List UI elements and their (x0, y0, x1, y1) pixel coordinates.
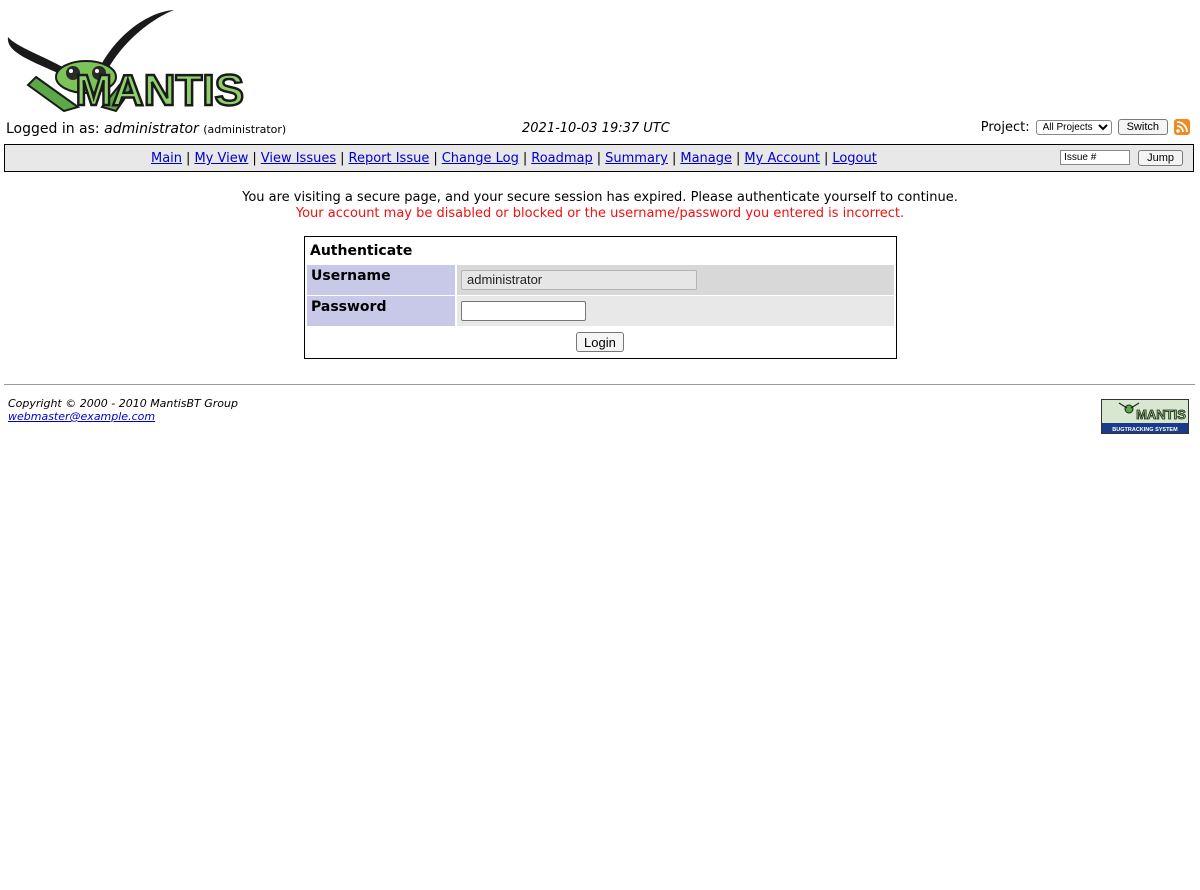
password-field[interactable] (461, 301, 586, 321)
menu-separator: | (596, 151, 602, 166)
menu-separator: | (823, 151, 829, 166)
username-field[interactable]: administrator (461, 270, 697, 290)
mantis-badge-icon: MANTIS BUGTRACKING SYSTEM (1101, 399, 1189, 434)
menu-separator: | (252, 151, 257, 166)
password-label: Password (307, 296, 455, 326)
menu-change-log[interactable]: Change Log (442, 151, 519, 166)
footer-divider (4, 384, 1195, 385)
footer-copyright: Copyright © 2000 - 2010 MantisBT Group w… (8, 397, 238, 423)
username-label: Username (307, 265, 455, 295)
login-button[interactable]: Login (576, 332, 624, 352)
project-select[interactable]: All Projects (1035, 119, 1112, 135)
menu-separator: | (736, 151, 741, 166)
svg-text:MANTIS: MANTIS (1136, 407, 1186, 422)
menu-report-issue[interactable]: Report Issue (349, 151, 430, 166)
menu-separator: | (522, 151, 528, 166)
mantis-logo[interactable]: MANTIS (6, 7, 252, 116)
jump-button[interactable]: Jump (1138, 150, 1183, 166)
project-selector: Project: All Projects Switch (981, 119, 1190, 135)
menu-logout[interactable]: Logout (832, 151, 877, 166)
copyright-text: Copyright © 2000 - 2010 MantisBT Group (8, 397, 238, 410)
login-info: Logged in as: administrator (administrat… (6, 121, 286, 137)
svg-text:BUGTRACKING SYSTEM: BUGTRACKING SYSTEM (1112, 427, 1178, 433)
menu-view-issues[interactable]: View Issues (261, 151, 336, 166)
mantis-logo-icon: MANTIS (7, 10, 245, 116)
form-title: Authenticate (310, 243, 413, 259)
issue-jump: Jump (1060, 150, 1183, 166)
menu-separator: | (340, 151, 345, 166)
issue-number-input[interactable] (1060, 150, 1131, 165)
menu-roadmap[interactable]: Roadmap (531, 151, 593, 166)
menu-separator: | (433, 151, 438, 166)
menu-my-view[interactable]: My View (194, 151, 248, 166)
logged-in-label: Logged in as: (6, 121, 105, 137)
project-label: Project: (980, 119, 1030, 135)
menu-separator: | (671, 151, 677, 166)
menu-summary[interactable]: Summary (605, 151, 668, 166)
user-role: (administrator) (203, 123, 287, 136)
svg-text:MANTIS: MANTIS (75, 66, 244, 113)
password-row: Password (307, 296, 894, 326)
rss-icon[interactable] (1174, 119, 1190, 135)
menu-links: Main | My View | View Issues | Report Issue | Ch… (151, 151, 877, 166)
menu-separator: | (186, 151, 191, 166)
menu-manage[interactable]: Manage (680, 151, 732, 166)
menu-main[interactable]: Main (151, 151, 182, 166)
password-cell (457, 296, 894, 326)
main-menu: Main | My View | View Issues | Report Issue | Ch… (4, 144, 1194, 172)
webmaster-email-link[interactable]: webmaster@example.com (8, 410, 155, 423)
login-error-message: Your account may be disabled or blocked … (295, 206, 905, 221)
switch-button[interactable]: Switch (1117, 119, 1168, 135)
login-form: Authenticate Username administrator Pass… (304, 236, 897, 359)
current-datetime: 2021-10-03 19:37 UTC (522, 121, 670, 136)
username-display: administrator (104, 121, 199, 137)
username-row: Username administrator (307, 265, 894, 295)
username-cell: administrator (457, 265, 894, 295)
session-expired-message: You are visiting a secure page, and your… (242, 190, 958, 205)
menu-my-account[interactable]: My Account (744, 151, 820, 166)
mantis-badge[interactable]: MANTIS BUGTRACKING SYSTEM (1101, 399, 1189, 434)
